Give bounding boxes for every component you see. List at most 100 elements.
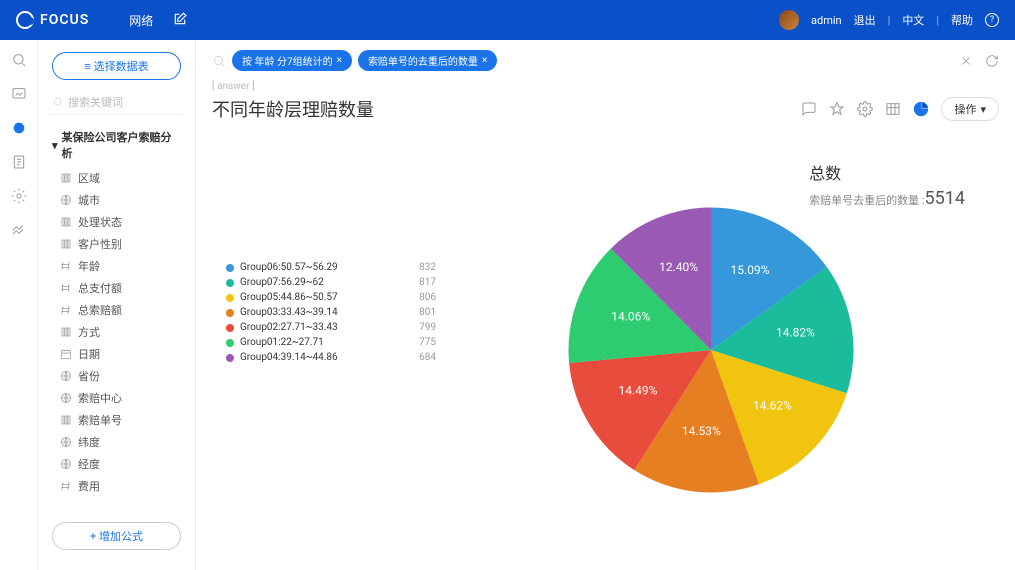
add-formula-button[interactable]: + 增加公式 (52, 522, 181, 550)
legend-swatch (226, 279, 234, 287)
field-item[interactable]: 方式 (60, 321, 185, 343)
table-icon[interactable] (885, 101, 901, 117)
field-type-icon (60, 348, 72, 360)
field-tree: ▾ 某保险公司客户索赔分析 区域城市处理状态客户性别年龄总支付额总索赔额方式日期… (38, 123, 195, 514)
settings-nav-icon[interactable] (11, 188, 27, 204)
chevron-down-icon: ▾ (52, 139, 58, 152)
field-label: 索赔中心 (78, 390, 122, 406)
field-item[interactable]: 费用 (60, 475, 185, 497)
legend-value: 801 (419, 307, 436, 318)
sidebar-search[interactable]: 搜索关键词 (50, 90, 183, 115)
slice-label: 14.82% (775, 326, 814, 340)
field-type-icon (60, 392, 72, 404)
pin-icon[interactable] (829, 101, 845, 117)
field-item[interactable]: 经度 (60, 453, 185, 475)
field-label: 省份 (78, 368, 100, 384)
field-label: 方式 (78, 324, 100, 340)
field-item[interactable]: 总索赔额 (60, 299, 185, 321)
tree-title: 某保险公司客户索赔分析 (62, 129, 181, 161)
field-item[interactable]: 索赔中心 (60, 387, 185, 409)
legend-label: Group04:39.14~44.86 (240, 352, 338, 363)
legend-swatch (226, 354, 234, 362)
field-type-icon (60, 282, 72, 294)
slice-label: 14.53% (681, 424, 720, 438)
analytics-nav-icon[interactable] (11, 222, 27, 238)
legend-swatch (226, 294, 234, 302)
legend-label: Group01:22~27.71 (240, 337, 324, 348)
operation-button[interactable]: 操作▾ (941, 97, 999, 121)
pie-chart: 15.09%14.82%14.62%14.53%14.49%14.06%12.4… (561, 200, 861, 500)
summary-title: 总数 (809, 160, 965, 184)
field-item[interactable]: 客户性别 (60, 233, 185, 255)
field-item[interactable]: 总支付额 (60, 277, 185, 299)
legend-item[interactable]: Group01:22~27.71 775 (226, 335, 436, 350)
chevron-down-icon: ▾ (980, 103, 986, 116)
header-right: admin 退出 | 中文 | 帮助 ? (779, 10, 999, 30)
legend-value: 684 (419, 352, 436, 363)
help-link[interactable]: 帮助 (951, 12, 973, 28)
field-item[interactable]: 区域 (60, 167, 185, 189)
legend-item[interactable]: Group05:44.86~50.57806 (226, 290, 436, 305)
summary-panel: 总数 索赔单号去重后的数量 :5514 (809, 160, 965, 209)
legend-item[interactable]: Group06:50.57~56.29832 (226, 260, 436, 275)
pill-label: 按 年龄 分7组统计的 (242, 53, 333, 68)
title-row: 不同年龄层理赔数量 操作▾ (196, 92, 1015, 130)
comment-icon[interactable] (801, 101, 817, 117)
legend-item[interactable]: Group03:33.43~39.14801 (226, 305, 436, 320)
question-nav-icon[interactable]: ? (11, 120, 27, 136)
lang-link[interactable]: 中文 (902, 12, 924, 28)
pill-label: 索赔单号的去重后的数量 (368, 53, 478, 68)
dashboard-nav-icon[interactable] (11, 86, 27, 102)
legend-item[interactable]: Group04:39.14~44.86 684 (226, 350, 436, 365)
doc-nav-icon[interactable] (11, 154, 27, 170)
field-item[interactable]: 省份 (60, 365, 185, 387)
field-item[interactable]: 城市 (60, 189, 185, 211)
field-item[interactable]: 年龄 (60, 255, 185, 277)
field-label: 年龄 (78, 258, 100, 274)
select-table-button[interactable]: ≡ 选择数据表 (52, 52, 181, 80)
field-list: 区域城市处理状态客户性别年龄总支付额总索赔额方式日期省份索赔中心索赔单号纬度经度… (48, 167, 185, 497)
slice-label: 12.40% (659, 260, 698, 274)
close-icon[interactable]: × (337, 55, 342, 66)
field-item[interactable]: 日期 (60, 343, 185, 365)
field-type-icon (60, 436, 72, 448)
legend-item[interactable]: Group02:27.71~33.43799 (226, 320, 436, 335)
legend-item[interactable]: Group07:56.29~62817 (226, 275, 436, 290)
clear-icon[interactable] (959, 54, 973, 68)
search-icon (52, 96, 64, 108)
pie-chart-icon[interactable] (913, 101, 929, 117)
legend-value: 775 (419, 337, 436, 348)
field-label: 纬度 (78, 434, 100, 450)
legend-swatch (226, 324, 234, 332)
tree-header[interactable]: ▾ 某保险公司客户索赔分析 (48, 123, 185, 167)
user-label[interactable]: admin (811, 14, 842, 27)
edit-icon[interactable] (173, 12, 187, 26)
main-area: 按 年龄 分7组统计的× 索赔单号的去重后的数量× [ answer ] 不同年… (196, 40, 1015, 570)
field-label: 经度 (78, 456, 100, 472)
logo-icon (16, 11, 34, 29)
summary-value: 5514 (925, 188, 965, 209)
page-title: 不同年龄层理赔数量 (212, 96, 374, 122)
help-icon[interactable]: ? (985, 13, 999, 27)
field-item[interactable]: 处理状态 (60, 211, 185, 233)
field-item[interactable]: 索赔单号 (60, 409, 185, 431)
chart-area: Group06:50.57~56.29832Group07:56.29~6281… (196, 130, 1015, 570)
query-pill[interactable]: 索赔单号的去重后的数量 × (358, 50, 497, 71)
slice-label: 14.06% (611, 310, 650, 324)
nav-network[interactable]: 网络 (129, 12, 153, 29)
field-type-icon (60, 216, 72, 228)
field-type-icon (60, 458, 72, 470)
field-label: 城市 (78, 192, 100, 208)
icon-sidebar: ? (0, 40, 38, 570)
close-icon[interactable]: × (482, 55, 487, 66)
query-pill[interactable]: 按 年龄 分7组统计的 × (232, 50, 352, 71)
refresh-icon[interactable] (985, 54, 999, 68)
logout-link[interactable]: 退出 (854, 12, 876, 28)
search-placeholder: 搜索关键词 (68, 94, 123, 110)
field-label: 日期 (78, 346, 100, 362)
field-item[interactable]: 纬度 (60, 431, 185, 453)
search-nav-icon[interactable] (11, 52, 27, 68)
field-label: 索赔单号 (78, 412, 122, 428)
avatar[interactable] (779, 10, 799, 30)
gear-icon[interactable] (857, 101, 873, 117)
